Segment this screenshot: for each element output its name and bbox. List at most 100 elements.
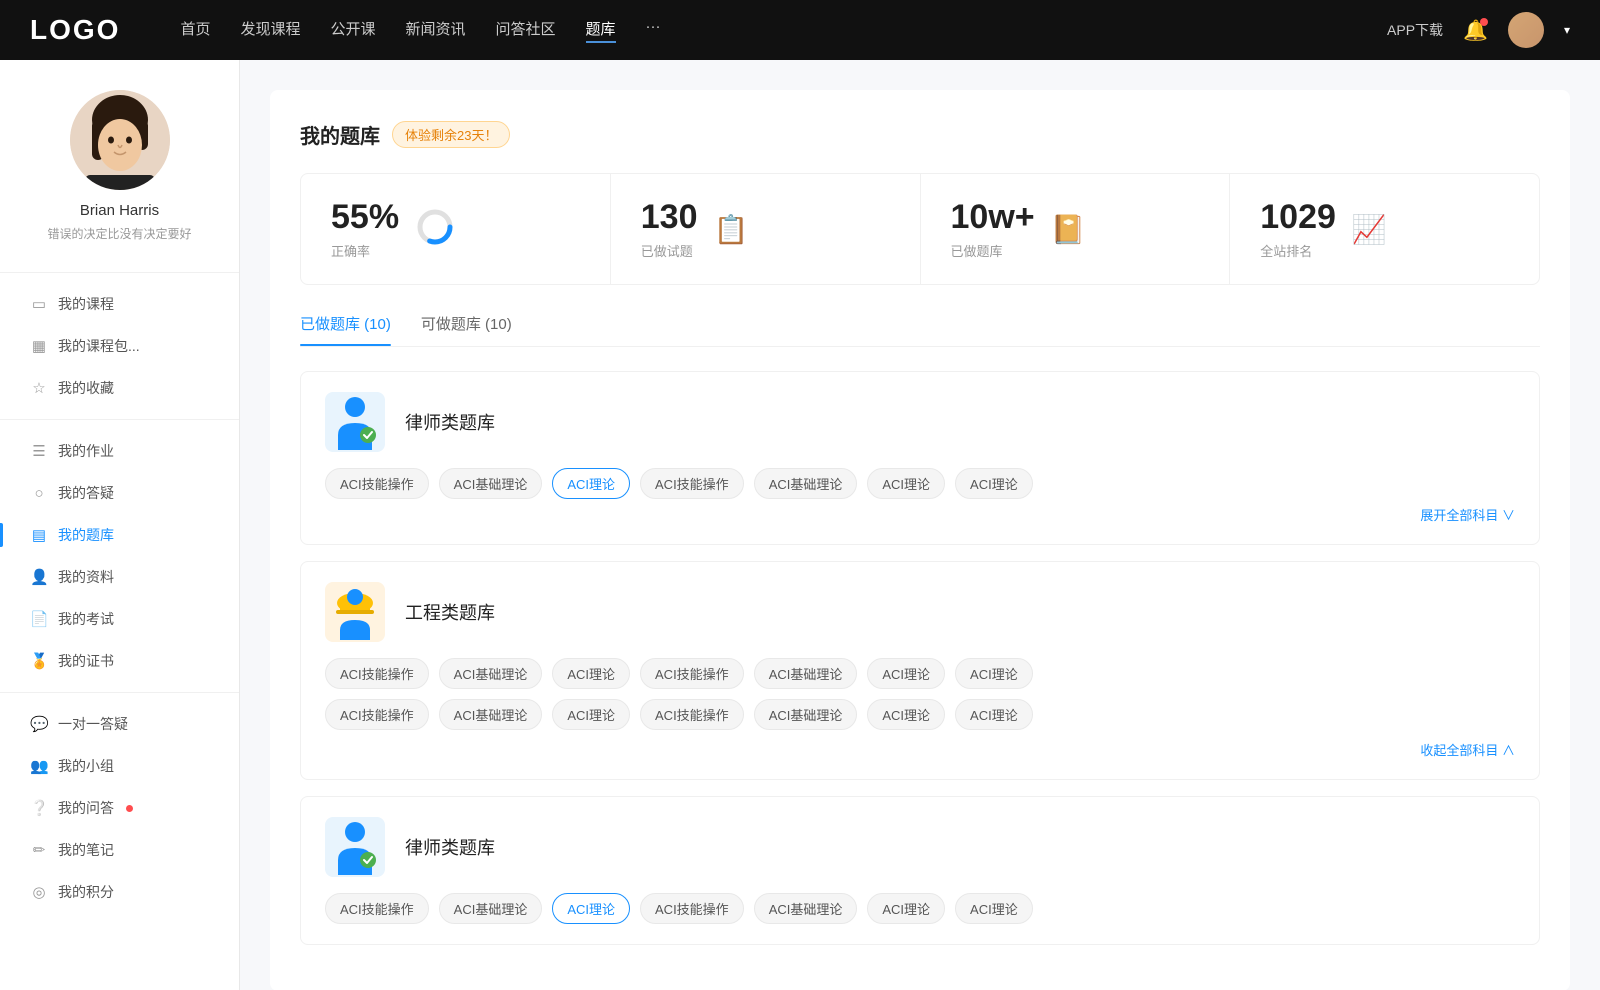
nav-home[interactable]: 首页 [180,18,210,43]
bank-tags-row2-engineer: ACI技能操作 ACI基础理论 ACI理论 ACI技能操作 ACI基础理论 AC… [325,699,1515,730]
bank-tag[interactable]: ACI理论 [867,468,945,499]
tab-done-banks[interactable]: 已做题库 (10) [300,313,391,346]
sidebar-item-my-course[interactable]: ▭ 我的课程 [0,283,239,325]
bank-tag[interactable]: ACI基础理论 [754,658,858,689]
bank-tag[interactable]: ACI理论 [552,699,630,730]
bank-tag[interactable]: ACI基础理论 [754,699,858,730]
sidebar-item-exam[interactable]: 📄 我的考试 [0,598,239,640]
nav-more[interactable]: ··· [646,18,661,43]
sidebar-divider-2 [0,419,239,420]
navbar-right: APP下载 🔔 ▾ [1387,12,1570,48]
sidebar-item-group[interactable]: 👥 我的小组 [0,745,239,787]
nav-news[interactable]: 新闻资讯 [406,18,466,43]
bank-name-lawyer-2: 律师类题库 [405,834,495,860]
stat-done-questions-label: 已做试题 [641,241,698,260]
collapse-button-engineer[interactable]: 收起全部科目 ∧ [325,740,1515,759]
stat-accuracy-label: 正确率 [331,241,399,260]
bank-tag[interactable]: ACI理论 [867,893,945,924]
nav-menu: 首页 发现课程 公开课 新闻资讯 问答社区 题库 ··· [180,18,1387,43]
qa-icon: ○ [30,485,48,502]
bank-tag[interactable]: ACI技能操作 [325,658,429,689]
bank-icon: ▤ [30,526,48,544]
bank-tag[interactable]: ACI技能操作 [325,893,429,924]
bank-tag[interactable]: ACI基础理论 [439,468,543,499]
bank-tag[interactable]: ACI理论 [955,699,1033,730]
sidebar-item-label: 我的资料 [58,567,114,587]
profile-icon: 👤 [30,568,48,586]
stat-ranking: 1029 全站排名 📈 [1230,174,1539,284]
stat-ranking-number: 1029 [1260,198,1336,237]
bank-tag[interactable]: ACI理论 [955,468,1033,499]
avatar[interactable] [1508,12,1544,48]
sidebar-item-qa[interactable]: ○ 我的答疑 [0,472,239,514]
sidebar-item-label: 我的课程包... [58,336,140,356]
sidebar-item-homework[interactable]: ☰ 我的作业 [0,430,239,472]
bank-tag[interactable]: ACI技能操作 [325,468,429,499]
sidebar-divider [0,272,239,273]
bank-tag-active[interactable]: ACI理论 [552,893,630,924]
logo[interactable]: LOGO [30,14,120,46]
app-download-button[interactable]: APP下载 [1387,20,1443,40]
bank-tag[interactable]: ACI理论 [955,658,1033,689]
bank-tags-lawyer-2: ACI技能操作 ACI基础理论 ACI理论 ACI技能操作 ACI基础理论 AC… [325,893,1515,924]
sidebar-avatar [70,90,170,190]
sidebar-item-label: 我的题库 [58,525,114,545]
bank-tag[interactable]: ACI理论 [955,893,1033,924]
stat-ranking-label: 全站排名 [1260,241,1336,260]
notification-bell[interactable]: 🔔 [1463,18,1488,43]
questions-icon: 📋 [713,213,748,246]
bank-tag[interactable]: ACI技能操作 [325,699,429,730]
nav-qa[interactable]: 问答社区 [496,18,556,43]
bank-tag[interactable]: ACI理论 [552,658,630,689]
bank-item-engineer: 工程类题库 ACI技能操作 ACI基础理论 ACI理论 ACI技能操作 ACI基… [300,561,1540,780]
bank-tag[interactable]: ACI基础理论 [439,658,543,689]
sidebar-item-certificate[interactable]: 🏅 我的证书 [0,640,239,682]
stat-accuracy: 55% 正确率 [301,174,611,284]
stat-done-questions-number: 130 [641,198,698,237]
chevron-down-icon[interactable]: ▾ [1564,23,1570,37]
engineer-svg [330,585,380,640]
user-name: Brian Harris [80,202,159,219]
sidebar-item-questions[interactable]: ❔ 我的问答 [0,787,239,829]
sidebar-divider-3 [0,692,239,693]
points-icon: ◎ [30,883,48,901]
page-title: 我的题库 [300,120,380,149]
sidebar-item-label: 我的答疑 [58,483,114,503]
bank-tag[interactable]: ACI技能操作 [640,658,744,689]
stat-ranking-content: 1029 全站排名 [1260,198,1336,260]
sidebar-item-notes[interactable]: ✏ 我的笔记 [0,829,239,871]
sidebar-item-points[interactable]: ◎ 我的积分 [0,871,239,913]
bank-item-lawyer-1: 律师类题库 ACI技能操作 ACI基础理论 ACI理论 ACI技能操作 ACI基… [300,371,1540,545]
stat-done-banks-content: 10w+ 已做题库 [951,198,1035,260]
bank-tag[interactable]: ACI理论 [867,699,945,730]
bank-tag-active[interactable]: ACI理论 [552,468,630,499]
stat-done-banks-number: 10w+ [951,198,1035,237]
bank-tag[interactable]: ACI基础理论 [754,893,858,924]
sidebar-item-question-bank[interactable]: ▤ 我的题库 [0,514,239,556]
nav-discover[interactable]: 发现课程 [240,18,300,43]
stat-done-questions-content: 130 已做试题 [641,198,698,260]
sidebar-item-favorites[interactable]: ☆ 我的收藏 [0,367,239,409]
sidebar-item-profile[interactable]: 👤 我的资料 [0,556,239,598]
bank-tag[interactable]: ACI技能操作 [640,468,744,499]
exam-icon: 📄 [30,610,48,628]
tab-available-banks[interactable]: 可做题库 (10) [421,313,512,346]
bank-tag[interactable]: ACI技能操作 [640,699,744,730]
bank-tag[interactable]: ACI基础理论 [439,893,543,924]
nav-open-course[interactable]: 公开课 [330,18,375,43]
sidebar-item-course-package[interactable]: ▦ 我的课程包... [0,325,239,367]
nav-question-bank[interactable]: 题库 [586,18,616,43]
tabs: 已做题库 (10) 可做题库 (10) [300,313,1540,347]
bank-tag[interactable]: ACI理论 [867,658,945,689]
bank-tag[interactable]: ACI技能操作 [640,893,744,924]
sidebar-item-one-on-one[interactable]: 💬 一对一答疑 [0,703,239,745]
bank-tag[interactable]: ACI基础理论 [754,468,858,499]
stat-done-banks: 10w+ 已做题库 📔 [921,174,1231,284]
expand-button-lawyer-1[interactable]: 展开全部科目 ∨ [325,505,1515,524]
bank-tag[interactable]: ACI基础理论 [439,699,543,730]
bank-icon-lawyer [325,392,385,452]
sidebar-item-label: 我的小组 [58,756,114,776]
bank-item-lawyer-2: 律师类题库 ACI技能操作 ACI基础理论 ACI理论 ACI技能操作 ACI基… [300,796,1540,945]
bank-item-header: 律师类题库 [325,392,1515,452]
course-icon: ▭ [30,295,48,313]
